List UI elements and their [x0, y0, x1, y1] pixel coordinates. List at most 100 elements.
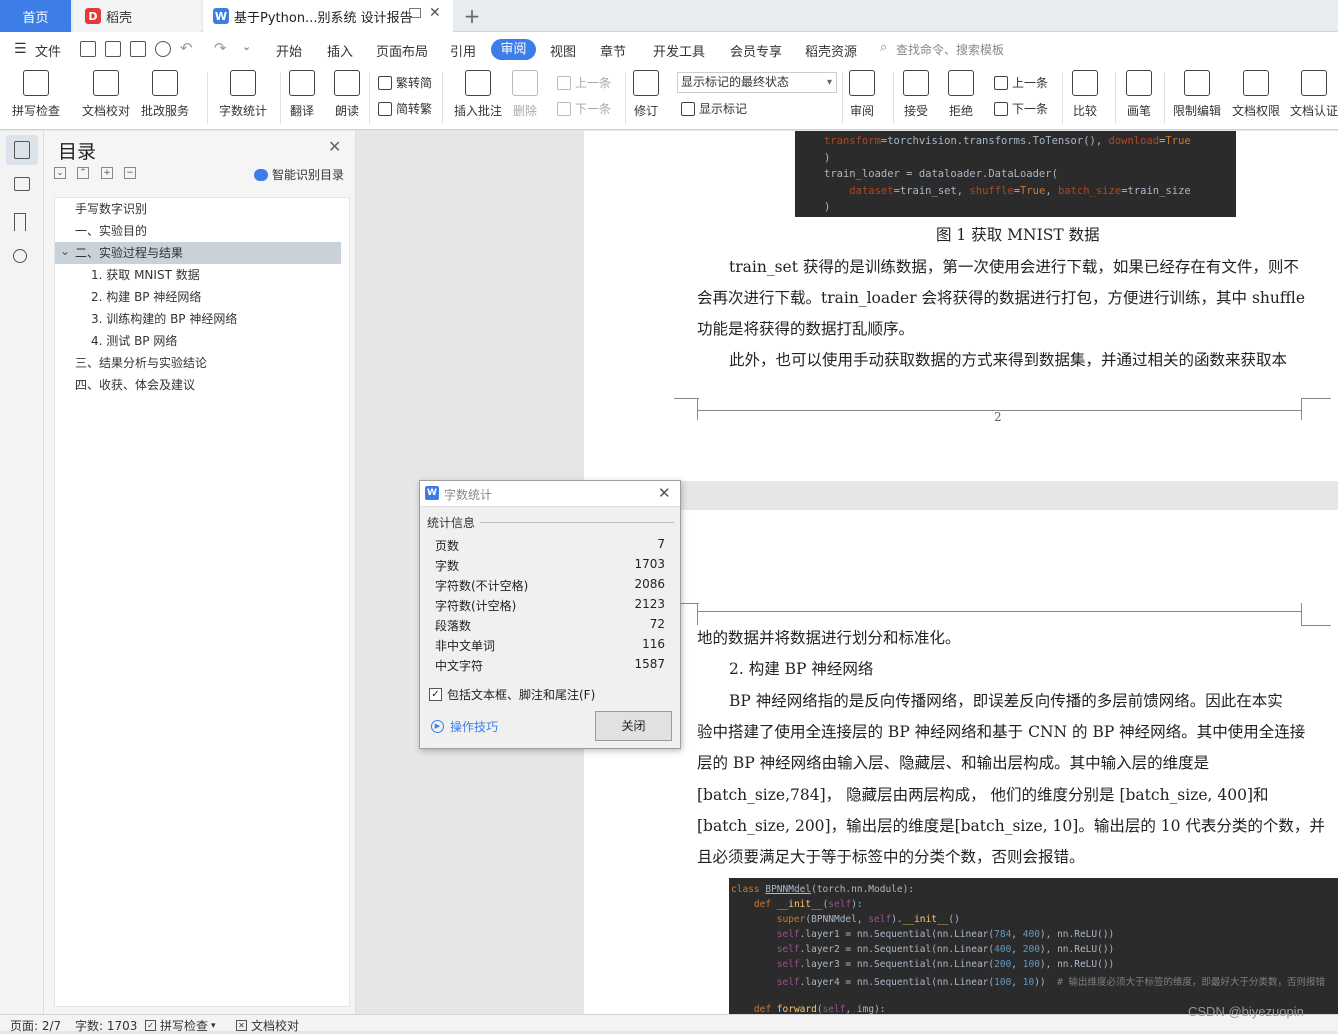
paragraph-line: BP 神经网络指的是反向传播网络，即误差反向传播的多层前馈网络。因此在本实: [729, 692, 1283, 710]
review-service-button[interactable]: 批改服务: [141, 70, 189, 119]
dialog-title-bar[interactable]: W 字数统计 ✕: [420, 481, 680, 507]
smart-toc-button[interactable]: 智能识别目录: [254, 166, 344, 183]
tab-document[interactable]: W 基于Python...别系统 设计报告 ✕: [203, 0, 453, 32]
menu-page-layout[interactable]: 页面布局: [376, 41, 428, 60]
remove-heading-icon[interactable]: −: [124, 167, 136, 179]
menu-start[interactable]: 开始: [276, 41, 302, 60]
document-page: transform=torchvision.transforms.ToTenso…: [584, 131, 1338, 481]
show-markup-label: 显示标记: [699, 102, 748, 116]
tab-daoke[interactable]: D 稻壳: [73, 0, 201, 32]
hamburger-icon[interactable]: ☰: [14, 41, 27, 57]
tab-close-icon[interactable]: ✕: [429, 5, 441, 21]
read-aloud-button[interactable]: 朗读: [334, 70, 360, 119]
add-heading-icon[interactable]: +: [101, 167, 113, 179]
restrict-edit-button[interactable]: 限制编辑: [1173, 70, 1221, 119]
checkbox-checked-icon[interactable]: ✓: [429, 688, 442, 701]
toc-item[interactable]: 4. 测试 BP 网络: [55, 330, 341, 352]
stat-value: 72: [649, 617, 665, 631]
chapter-nav-icon[interactable]: [14, 177, 30, 191]
stat-value: 2086: [634, 577, 665, 591]
stat-label: 段落数: [435, 619, 472, 633]
toc-item[interactable]: 一、实验目的: [55, 220, 341, 242]
redo-icon[interactable]: ↷: [214, 39, 227, 57]
read-aloud-icon: [334, 70, 360, 96]
dialog-title: 字数统计: [444, 488, 493, 502]
accept-button[interactable]: 接受: [903, 70, 929, 119]
simp-to-trad-button[interactable]: 简转繁: [378, 100, 432, 117]
print-preview-icon[interactable]: [155, 41, 171, 57]
expand-up-icon[interactable]: ⌃: [77, 167, 89, 179]
trad-to-simp-button[interactable]: 繁转简: [378, 74, 432, 91]
prev-change-button[interactable]: 上一条: [994, 74, 1048, 91]
status-doc-proof[interactable]: ✕ 文档校对: [236, 1017, 299, 1034]
stat-row: 字数 1703: [435, 557, 665, 575]
bookmark-icon[interactable]: [14, 213, 26, 231]
stat-value: 2123: [634, 597, 665, 611]
pen-button[interactable]: 画笔: [1126, 70, 1152, 119]
toc-item[interactable]: ⌄ 二、实验过程与结果: [55, 242, 341, 264]
word-count-indicator[interactable]: 字数: 1703: [75, 1017, 137, 1034]
delete-comment-button[interactable]: 删除: [512, 70, 538, 119]
next-change-button[interactable]: 下一条: [994, 100, 1048, 117]
code-line: self.layer1 = nn.Sequential(nn.Linear(78…: [776, 929, 1115, 940]
menu-daoke-resources[interactable]: 稻壳资源: [805, 41, 857, 60]
close-button[interactable]: 关闭: [595, 711, 672, 741]
prev-comment-button[interactable]: 上一条: [557, 74, 611, 91]
toc-close-icon[interactable]: ✕: [328, 137, 341, 156]
include-textbox-checkbox[interactable]: ✓ 包括文本框、脚注和尾注(F): [429, 686, 595, 703]
track-changes-button[interactable]: 修订: [633, 70, 659, 119]
menu-review[interactable]: 审阅: [491, 39, 536, 60]
save-icon[interactable]: [80, 41, 96, 57]
menu-reference[interactable]: 引用: [450, 41, 476, 60]
toc-item[interactable]: 1. 获取 MNIST 数据: [55, 264, 341, 286]
dialog-close-icon[interactable]: ✕: [658, 484, 671, 502]
markup-state-select[interactable]: 显示标记的最终状态: [677, 72, 837, 93]
expand-chevron-icon[interactable]: ⌄: [60, 240, 70, 262]
next-comment-button[interactable]: 下一条: [557, 100, 611, 117]
code-line: def forward(self, img):: [753, 1004, 886, 1014]
translate-button[interactable]: 翻译: [289, 70, 315, 119]
doc-auth-button[interactable]: 文档认证: [1290, 70, 1338, 119]
new-tab-button[interactable]: +: [460, 0, 484, 32]
show-markup-button[interactable]: 显示标记: [681, 100, 747, 117]
print-icon[interactable]: [130, 41, 146, 57]
tab-home[interactable]: 首页: [0, 0, 71, 32]
stat-label: 非中文单词: [435, 639, 496, 653]
compare-button[interactable]: 比较: [1072, 70, 1098, 119]
ribbon-divider: [369, 72, 370, 124]
doc-permission-button[interactable]: 文档权限: [1232, 70, 1280, 119]
find-icon[interactable]: [13, 249, 27, 263]
quick-access-dropdown-icon[interactable]: ⌄: [242, 40, 251, 53]
toc-item[interactable]: 手写数字识别: [55, 198, 341, 220]
menu-developer[interactable]: 开发工具: [653, 41, 705, 60]
collapse-all-icon[interactable]: ⌄: [54, 167, 66, 179]
command-search-input[interactable]: 查找命令、搜索模板: [896, 41, 1004, 58]
page-indicator[interactable]: 页面: 2/7: [10, 1017, 61, 1034]
status-spell-check[interactable]: ✓ 拼写检查 ▾: [145, 1017, 216, 1034]
insert-comment-button[interactable]: 插入批注: [454, 70, 502, 119]
window-restore-icon[interactable]: [409, 8, 421, 18]
menu-member[interactable]: 会员专享: [730, 41, 782, 60]
toc-icon[interactable]: [14, 141, 30, 159]
toc-item[interactable]: 3. 训练构建的 BP 神经网络: [55, 308, 341, 330]
menu-chapter[interactable]: 章节: [600, 41, 626, 60]
menu-insert[interactable]: 插入: [327, 41, 353, 60]
spell-check-button[interactable]: 拼写检查: [12, 70, 60, 119]
stat-label: 字符数(计空格): [435, 599, 517, 613]
tips-link[interactable]: ▶ 操作技巧: [431, 718, 498, 735]
review-pane-button[interactable]: 审阅: [849, 70, 875, 119]
reject-icon: [948, 70, 974, 96]
toc-item[interactable]: 三、结果分析与实验结论: [55, 352, 341, 374]
toc-item[interactable]: 2. 构建 BP 神经网络: [55, 286, 341, 308]
undo-icon[interactable]: ↶: [180, 39, 193, 57]
word-count-button[interactable]: 字数统计: [219, 70, 267, 119]
smart-toc-icon: [254, 168, 268, 181]
ribbon-divider: [893, 72, 894, 124]
toc-item[interactable]: 四、收获、体会及建议: [55, 374, 341, 396]
menu-view[interactable]: 视图: [550, 41, 576, 60]
reject-button[interactable]: 拒绝: [948, 70, 974, 119]
ribbon-divider: [1062, 72, 1063, 124]
export-pdf-icon[interactable]: [105, 41, 121, 57]
menu-file[interactable]: 文件: [35, 41, 61, 60]
doc-proof-button[interactable]: 文档校对: [82, 70, 130, 119]
